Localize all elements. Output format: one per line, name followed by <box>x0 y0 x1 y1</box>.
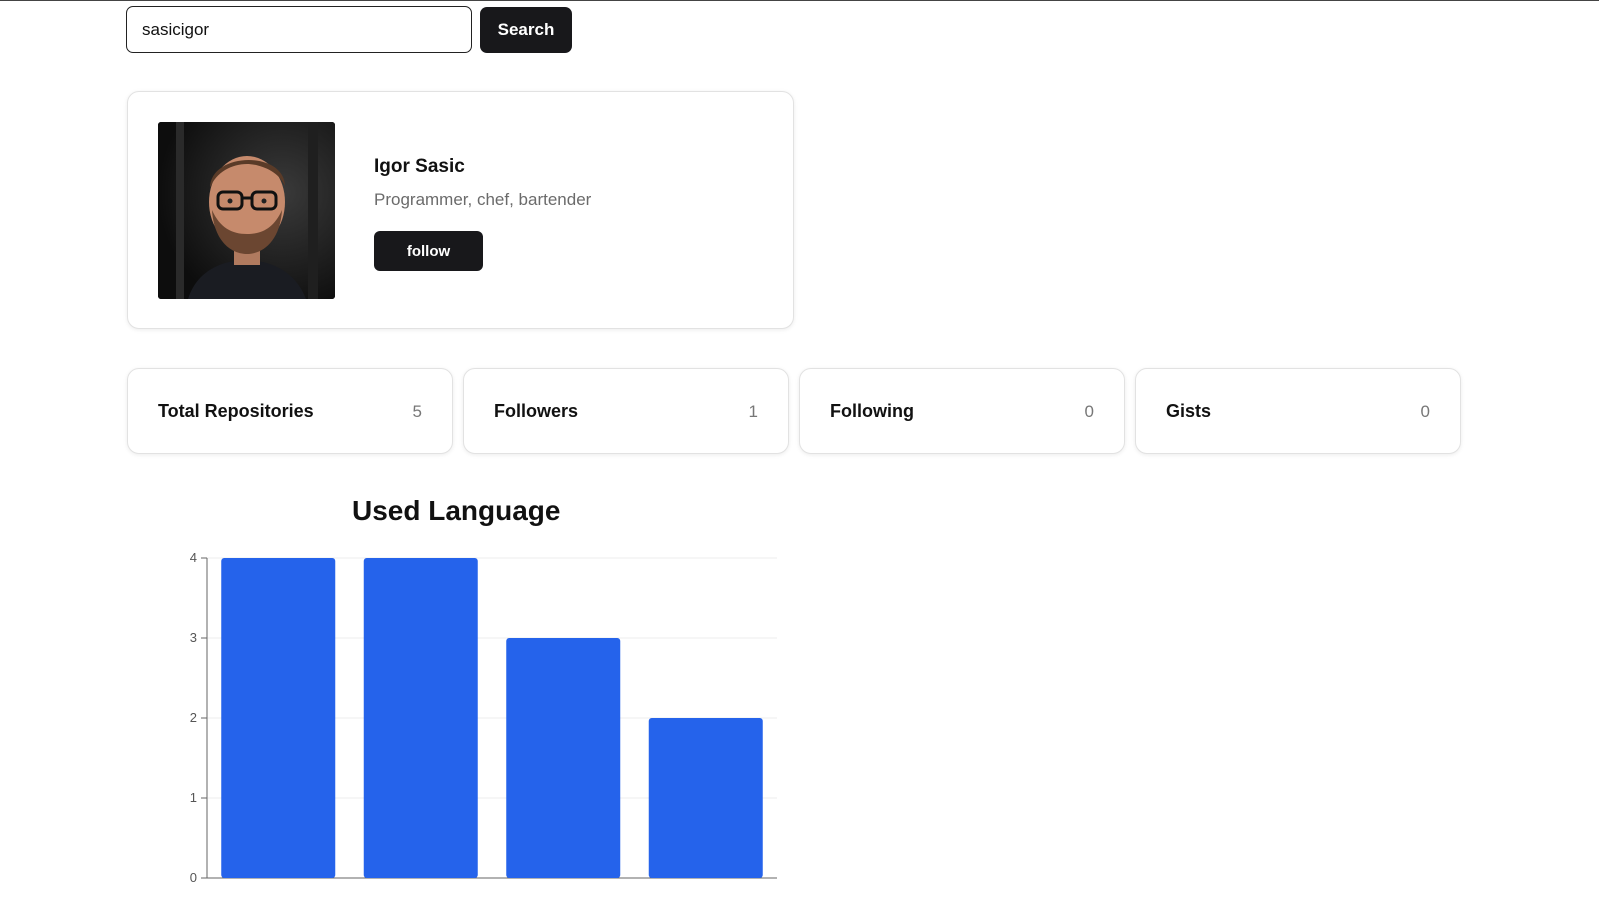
bar <box>506 638 621 878</box>
y-tick-label: 1 <box>190 790 197 805</box>
avatar <box>158 122 335 299</box>
stat-label: Gists <box>1166 401 1212 421</box>
stat-value: 1 <box>748 402 758 421</box>
y-tick-label: 3 <box>190 630 197 645</box>
stat-card-followers: Followers 1 <box>463 368 789 454</box>
bar <box>363 558 478 878</box>
stat-label: Followers <box>494 401 579 421</box>
stat-label: Total Repositories <box>158 401 314 421</box>
y-tick-label: 2 <box>190 710 197 725</box>
profile-bio: Programmer, chef, bartender <box>374 190 592 209</box>
stat-value: 0 <box>1084 402 1094 421</box>
bar <box>648 718 763 878</box>
stat-card-total-repositories: Total Repositories 5 <box>127 368 453 454</box>
stat-card-following: Following 0 <box>799 368 1125 454</box>
used-language-chart: 0 1 2 3 4 <box>190 550 777 885</box>
follow-button[interactable]: follow <box>374 231 483 271</box>
profile-name: Igor Sasic <box>374 156 465 177</box>
stat-value: 5 <box>412 402 422 421</box>
bar <box>221 558 336 878</box>
y-tick-label: 4 <box>190 550 197 565</box>
chart-title: Used Language <box>352 495 561 526</box>
stat-value: 0 <box>1420 402 1430 421</box>
y-tick-label: 0 <box>190 870 197 885</box>
search-input[interactable] <box>126 6 472 53</box>
stat-card-gists: Gists 0 <box>1135 368 1461 454</box>
stat-label: Following <box>830 401 914 421</box>
search-button[interactable]: Search <box>480 7 572 53</box>
profile-card: Igor Sasic Programmer, chef, bartender f… <box>127 91 794 329</box>
